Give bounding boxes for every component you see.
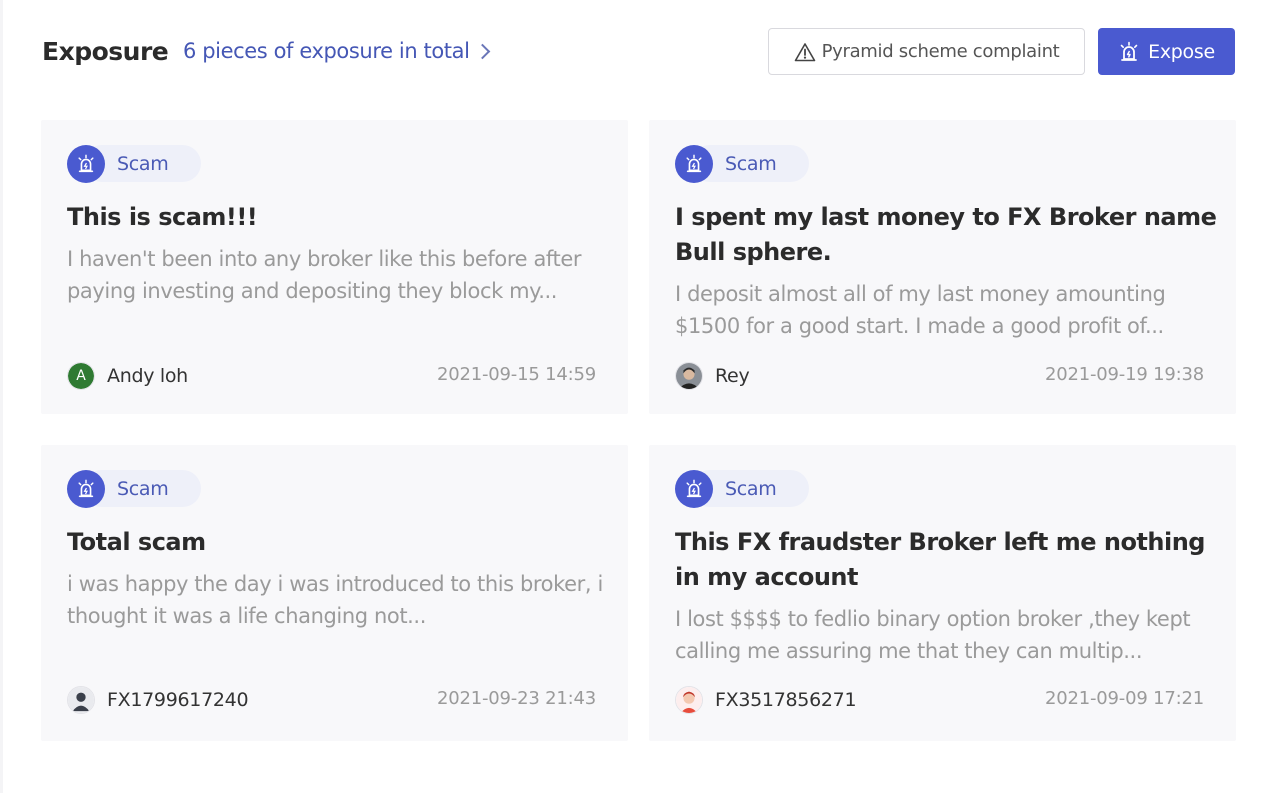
avatar [675,686,703,714]
card-title: Total scam [67,528,206,556]
card-title: I spent my last money to FX Broker name … [675,203,1217,266]
exposure-card[interactable]: Scam This FX fraudster Broker left me no… [649,445,1236,741]
card-description: I deposit almost all of my last money am… [675,282,1166,338]
scam-tag: Scam [67,144,201,183]
section-title: Exposure [42,37,169,66]
alarm-light-icon [1120,41,1138,61]
tag-label: Scam [725,477,777,500]
total-exposure-link[interactable]: 6 pieces of exposure in total [183,39,490,63]
tag-label: Scam [117,152,169,175]
expose-button-label: Expose [1148,40,1215,63]
author-name: FX1799617240 [107,689,249,711]
exposure-header: Exposure 6 pieces of exposure in total P… [42,26,1235,76]
author-name: Andy loh [107,365,188,387]
card-title: This FX fraudster Broker left me nothing… [675,528,1205,591]
chevron-right-icon [474,43,490,59]
alarm-light-icon [67,144,105,183]
scam-tag: Scam [675,469,809,508]
card-date: 2021-09-09 17:21 [1044,688,1204,709]
warning-triangle-icon [794,42,815,61]
card-date: 2021-09-15 14:59 [436,364,596,385]
user-photo-icon [676,363,702,389]
expose-button[interactable]: Expose [1098,28,1235,75]
exposure-card[interactable]: Scam Total scam i was happy the day i wa… [41,445,628,741]
left-edge-divider [0,0,3,793]
author-name: FX3517856271 [715,689,857,711]
alarm-light-icon [675,469,713,508]
card-author: FX1799617240 [67,686,249,714]
cartoon-user-icon [676,687,702,713]
author-name: Rey [715,365,750,387]
card-title: This is scam!!! [67,203,258,231]
card-author: A Andy loh [67,362,188,390]
avatar [67,686,95,714]
tag-label: Scam [725,152,777,175]
exposure-card[interactable]: Scam I spent my last money to FX Broker … [649,120,1236,414]
card-date: 2021-09-23 21:43 [436,688,596,709]
pyramid-complaint-label: Pyramid scheme complaint [821,41,1060,62]
exposure-card[interactable]: Scam This is scam!!! I haven't been into… [41,120,628,414]
scam-tag: Scam [67,469,201,508]
scam-tag: Scam [675,144,809,183]
card-description: I haven't been into any broker like this… [67,247,582,303]
card-author: FX3517856271 [675,686,857,714]
alarm-light-icon [675,144,713,183]
avatar: A [67,362,95,390]
total-exposure-link-label: 6 pieces of exposure in total [183,39,470,63]
pyramid-complaint-button[interactable]: Pyramid scheme complaint [768,28,1085,75]
card-date: 2021-09-19 19:38 [1044,364,1204,385]
tag-label: Scam [117,477,169,500]
avatar [675,362,703,390]
card-description: I lost $$$$ to fedlio binary option brok… [675,607,1191,663]
default-user-icon [68,687,94,713]
card-author: Rey [675,362,750,390]
alarm-light-icon [67,469,105,508]
card-description: i was happy the day i was introduced to … [67,572,603,628]
